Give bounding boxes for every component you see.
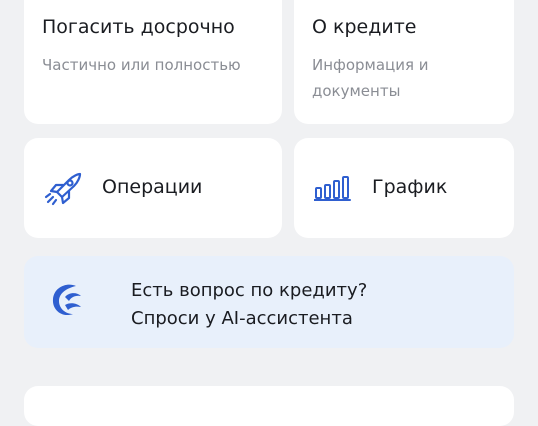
ai-banner-line2: Спроси у AI-ассистента: [131, 308, 353, 329]
about-loan-card[interactable]: О кредите Информация и документы: [294, 0, 514, 124]
about-loan-title: О кредите: [312, 16, 417, 38]
ai-banner-line1: Есть вопрос по кредиту?: [131, 280, 368, 301]
schedule-label: График: [372, 176, 448, 198]
ai-assistant-logo-icon: [52, 284, 81, 316]
operations-card[interactable]: Операции: [24, 138, 282, 238]
ai-assistant-text: Есть вопрос по кредиту? Спроси у AI-асси…: [131, 277, 367, 333]
early-repayment-subtitle: Частично или полностью: [42, 56, 241, 74]
operations-label: Операции: [102, 176, 203, 198]
early-repayment-card[interactable]: Погасить досрочно Частично или полностью: [24, 0, 282, 124]
next-card-partial[interactable]: [24, 386, 514, 426]
rocket-icon: [44, 172, 82, 206]
bar-chart-icon: [314, 176, 351, 201]
schedule-card[interactable]: График: [294, 138, 514, 238]
early-repayment-title: Погасить досрочно: [42, 16, 235, 38]
ai-assistant-banner[interactable]: Есть вопрос по кредиту? Спроси у AI-асси…: [24, 256, 514, 348]
about-loan-subtitle: Информация и документы: [312, 56, 429, 100]
